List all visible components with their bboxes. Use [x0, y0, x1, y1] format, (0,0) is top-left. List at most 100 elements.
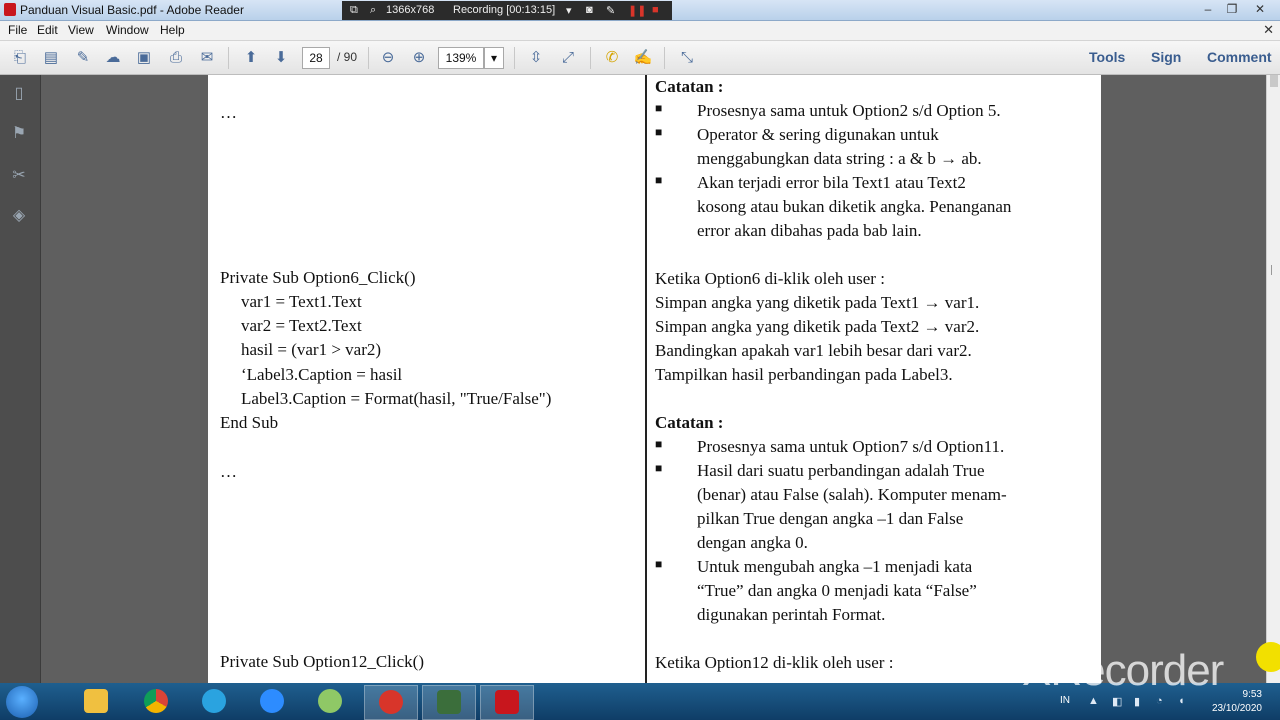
toolbar-separator [590, 47, 591, 69]
code-line: Private Sub Option12_Click() [220, 652, 424, 671]
tools-button[interactable]: Tools [1089, 49, 1125, 65]
menu-edit[interactable]: Edit [37, 23, 58, 37]
app-icon [318, 689, 342, 713]
menu-window[interactable]: Window [106, 23, 149, 37]
code-line: Label3.Caption = Format(hasil, "True/Fal… [241, 389, 552, 408]
next-page-icon[interactable]: ⬇ [270, 47, 292, 69]
search-icon: ⌕ [370, 4, 377, 16]
taskbar-adobe-reader[interactable] [480, 685, 534, 720]
print-icon[interactable]: ⎙ [165, 47, 187, 69]
taskbar-app[interactable] [304, 685, 356, 718]
zoom-in-icon[interactable]: ⊕ [408, 47, 430, 69]
menu-help[interactable]: Help [160, 23, 185, 37]
ellipsis: … [220, 462, 237, 481]
menu-view[interactable]: View [68, 23, 94, 37]
menu-bar: File Edit View Window Help ✕ [0, 21, 1280, 41]
start-button[interactable] [6, 686, 38, 718]
paragraph-line: Simpan angka yang diketik pada Text1 → v… [655, 293, 980, 312]
code-line: ‘Label3.Caption = hasil [241, 365, 403, 384]
bookmark-icon[interactable]: ⚑ [8, 123, 30, 145]
clock-date: 23/10/2020 [1211, 703, 1262, 714]
screen-icon: ⧉ [350, 4, 358, 16]
taskbar-chrome[interactable] [130, 685, 182, 718]
toolbar-separator [664, 47, 665, 69]
paragraph-line: Bandingkan apakah var1 lebih besar dari … [655, 341, 972, 360]
open-icon[interactable]: ▤ [40, 47, 62, 69]
save-icon[interactable]: ▣ [133, 47, 155, 69]
taskbar-visual-basic[interactable] [422, 685, 476, 720]
tray-arrow-icon[interactable]: ▲ [1088, 695, 1099, 707]
recorder-icon [379, 690, 403, 714]
camera-icon[interactable]: ◙ [586, 4, 593, 16]
comment-button[interactable]: Comment [1207, 49, 1272, 65]
navigation-panel: ▯ ⚑ ✂ ◈ [0, 75, 41, 683]
code-line: hasil = (var1 > var2) [241, 340, 382, 359]
fit-page-icon[interactable]: ⇳ [525, 47, 547, 69]
scroll-up-arrow-icon[interactable] [1270, 75, 1278, 87]
toolbar-separator [368, 47, 369, 69]
maximize-button[interactable]: ❐ [1222, 1, 1242, 17]
tray-wifi-icon[interactable]: ◔ [1156, 695, 1163, 707]
attachment-icon[interactable]: ✂ [8, 165, 30, 187]
zoom-input[interactable]: 139% [438, 47, 484, 69]
scroll-thumb[interactable] [1271, 265, 1278, 275]
pause-icon[interactable]: ❚❚ [628, 4, 646, 17]
toolbar-separator [514, 47, 515, 69]
zoom-out-icon[interactable]: ⊖ [377, 47, 399, 69]
pen-icon[interactable]: ✎ [606, 4, 615, 17]
taskbar-explorer[interactable] [70, 685, 122, 718]
vertical-scrollbar[interactable] [1266, 75, 1280, 683]
code-line: var2 = Text2.Text [241, 316, 362, 335]
zoom-dropdown-chevron-icon[interactable]: ▾ [484, 47, 504, 69]
paragraph-line: Simpan angka yang diketik pada Text2 → v… [655, 317, 980, 336]
cursor-highlight [1256, 642, 1280, 672]
highlight-icon[interactable]: ✍ [632, 47, 654, 69]
page-number-input[interactable]: 28 [302, 47, 330, 69]
visual-basic-icon [437, 690, 461, 714]
taskbar-zoom[interactable] [246, 685, 298, 718]
ellipsis: … [220, 103, 237, 122]
catatan-heading: Catatan : [655, 77, 724, 96]
stop-icon[interactable]: ■ [652, 4, 659, 16]
zoom-app-icon [260, 689, 284, 713]
minimize-button[interactable]: – [1198, 1, 1218, 17]
chrome-icon [144, 689, 168, 713]
sign-button[interactable]: Sign [1151, 49, 1181, 65]
email-icon[interactable]: ✉ [196, 47, 218, 69]
title-bar: Panduan Visual Basic.pdf - Adobe Reader … [0, 0, 1280, 21]
paragraph-line: Ketika Option12 di-klik oleh user : [655, 653, 894, 672]
taskbar-recorder[interactable] [364, 685, 418, 720]
paragraph-line: Tampilkan hasil perbandingan pada Label3… [655, 365, 953, 384]
toolbar-separator [228, 47, 229, 69]
document-view[interactable]: … Private Sub Option6_Click() var1 = Tex… [41, 75, 1266, 683]
edit-icon[interactable]: ✎ [72, 47, 94, 69]
close-button[interactable]: ✕ [1250, 1, 1270, 17]
folder-icon [84, 689, 108, 713]
tray-battery-icon[interactable]: ▮ [1134, 695, 1140, 708]
full-screen-icon[interactable]: ⤢ [557, 47, 579, 69]
tray-volume-icon[interactable]: ◖ [1178, 695, 1185, 707]
create-pdf-icon[interactable]: ⎗ [9, 47, 31, 69]
language-indicator[interactable]: IN [1060, 695, 1070, 706]
catatan-heading: Catatan : [655, 413, 724, 432]
recording-bar: ⧉ ⌕ 1366x768 Recording [00:13:15] ▾ ◙ ✎ … [342, 1, 672, 20]
watermark: XRecorder [1022, 646, 1224, 695]
layers-icon[interactable]: ◈ [8, 205, 30, 227]
expand-icon[interactable]: ⤡ [676, 47, 698, 69]
previous-page-icon[interactable]: ⬆ [240, 47, 262, 69]
code-line: End Sub [220, 413, 279, 432]
close-document-icon[interactable]: ✕ [1263, 22, 1274, 38]
code-line: var1 = Text1.Text [241, 292, 362, 311]
chevron-down-icon[interactable]: ▾ [566, 4, 572, 17]
page-total: / 90 [337, 50, 358, 64]
pdf-page: … Private Sub Option6_Click() var1 = Tex… [208, 75, 1101, 683]
cloud-upload-icon[interactable]: ☁ [102, 47, 124, 69]
tray-network-icon[interactable]: ◧ [1112, 695, 1122, 708]
paragraph-line: Ketika Option6 di-klik oleh user : [655, 269, 885, 288]
taskbar-telegram[interactable] [188, 685, 240, 718]
page-thumbnails-icon[interactable]: ▯ [8, 83, 30, 105]
comment-bubble-icon[interactable]: ✆ [601, 47, 623, 69]
menu-file[interactable]: File [8, 23, 27, 37]
table-divider [645, 75, 647, 683]
code-line: Private Sub Option6_Click() [220, 268, 416, 287]
